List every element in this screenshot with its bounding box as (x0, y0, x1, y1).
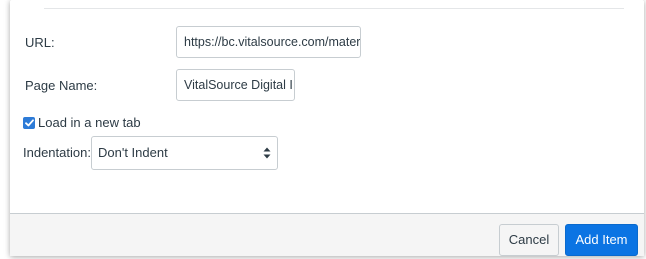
indentation-label: Indentation: (23, 145, 91, 160)
url-input[interactable]: https://bc.vitalsource.com/mater (176, 26, 361, 58)
page-name-input[interactable]: VitalSource Digital I (176, 69, 295, 101)
add-item-dialog: URL: https://bc.vitalsource.com/mater Pa… (10, 0, 644, 256)
dialog-footer: Cancel Add Item (10, 213, 644, 256)
indentation-select[interactable]: Don't Indent (91, 136, 278, 170)
url-label: URL: (25, 35, 55, 50)
load-new-tab-option[interactable]: Load in a new tab (23, 115, 141, 130)
load-new-tab-label: Load in a new tab (38, 115, 141, 130)
checkmark-icon (24, 118, 34, 126)
page-name-label: Page Name: (25, 78, 98, 93)
add-item-button[interactable]: Add Item (565, 224, 638, 256)
indentation-value: Don't Indent (98, 145, 168, 160)
cancel-button[interactable]: Cancel (499, 224, 559, 256)
select-arrows-icon (263, 147, 271, 159)
load-new-tab-checkbox[interactable] (23, 116, 35, 129)
divider (44, 8, 624, 9)
